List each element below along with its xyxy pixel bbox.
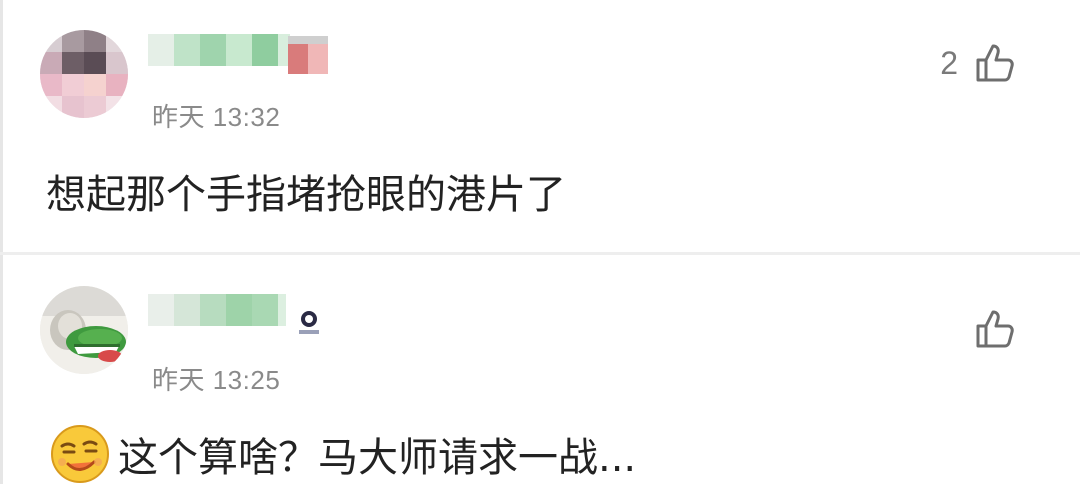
thumbs-up-icon xyxy=(976,310,1014,348)
username-pixelated xyxy=(148,294,286,326)
comment-time: 昨天 13:25 xyxy=(152,365,281,395)
comment-divider xyxy=(0,252,1080,255)
like-button[interactable]: 2 xyxy=(940,42,1016,84)
smirk-emoji-icon xyxy=(51,425,109,483)
level-badge-icon xyxy=(299,311,319,334)
comment-text: 想起那个手指堵抢眼的港片了 xyxy=(46,172,566,218)
avatar[interactable] xyxy=(40,30,128,118)
avatar[interactable] xyxy=(40,286,128,374)
comment-item[interactable]: 昨天 13:25 这个算啥？马大师请求一战... xyxy=(0,256,1080,484)
thumbs-up-icon xyxy=(976,44,1014,82)
username-pixelated xyxy=(148,34,290,66)
like-count: 2 xyxy=(940,44,958,81)
avatar-pixelated-image xyxy=(40,30,128,118)
comment-text: 这个算啥？马大师请求一战... xyxy=(118,435,637,481)
username-block[interactable] xyxy=(148,288,388,332)
avatar-image xyxy=(40,286,128,374)
comment-time: 昨天 13:32 xyxy=(152,102,281,132)
comment-content: 这个算啥？马大师请求一战... xyxy=(48,422,636,486)
like-button[interactable] xyxy=(958,308,1016,350)
medal-badge-icon xyxy=(288,36,328,74)
username-block[interactable] xyxy=(148,28,388,72)
comment-item[interactable]: 昨天 13:32 2 想起那个手指堵抢眼的港片了 xyxy=(0,0,1080,252)
